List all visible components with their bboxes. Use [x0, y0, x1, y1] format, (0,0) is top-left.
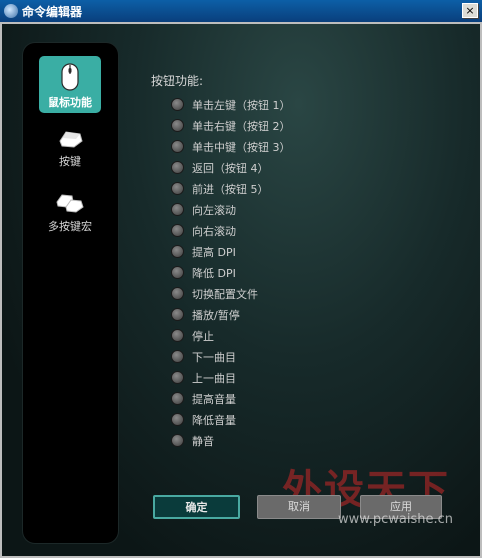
key-icon: [59, 131, 83, 148]
sidebar-item-mouse-functions[interactable]: 鼠标功能: [39, 56, 101, 113]
radio-button[interactable]: [171, 140, 184, 153]
radio-button[interactable]: [171, 161, 184, 174]
radio-button[interactable]: [171, 287, 184, 300]
button-functions-heading: 按钮功能:: [151, 74, 204, 88]
mouse-icon: [61, 63, 79, 91]
radio-button[interactable]: [171, 245, 184, 258]
radio-button[interactable]: [171, 434, 184, 447]
sidebar-item-keys[interactable]: 按键: [39, 129, 101, 169]
sidebar-item-label: 鼠标功能: [48, 96, 92, 109]
multi-key-icon: [56, 194, 84, 213]
title-bar: 命令编辑器 ×: [0, 0, 482, 22]
window-title: 命令编辑器: [22, 5, 83, 19]
radio-button[interactable]: [171, 182, 184, 195]
radio-button[interactable]: [171, 392, 184, 405]
watermark-url: www.pcwaishe.cn: [338, 512, 453, 527]
radio-button[interactable]: [171, 224, 184, 237]
radio-button[interactable]: [171, 329, 184, 342]
ok-button[interactable]: 确定: [153, 495, 240, 519]
close-button[interactable]: ×: [462, 3, 478, 18]
radio-button[interactable]: [171, 371, 184, 384]
radio-button[interactable]: [171, 308, 184, 321]
radio-button[interactable]: [171, 350, 184, 363]
sidebar-item-multi-key-macro[interactable]: 多按键宏: [39, 192, 101, 234]
radio-button[interactable]: [171, 98, 184, 111]
radio-button[interactable]: [171, 413, 184, 426]
sidebar: 鼠标功能 按键 多按键宏: [23, 43, 118, 543]
sidebar-item-label: 多按键宏: [48, 220, 92, 233]
radio-button[interactable]: [171, 203, 184, 216]
app-icon: [4, 4, 18, 18]
radio-button[interactable]: [171, 266, 184, 279]
sidebar-item-label: 按键: [59, 155, 81, 168]
radio-button[interactable]: [171, 119, 184, 132]
cancel-button[interactable]: 取消: [257, 495, 341, 519]
